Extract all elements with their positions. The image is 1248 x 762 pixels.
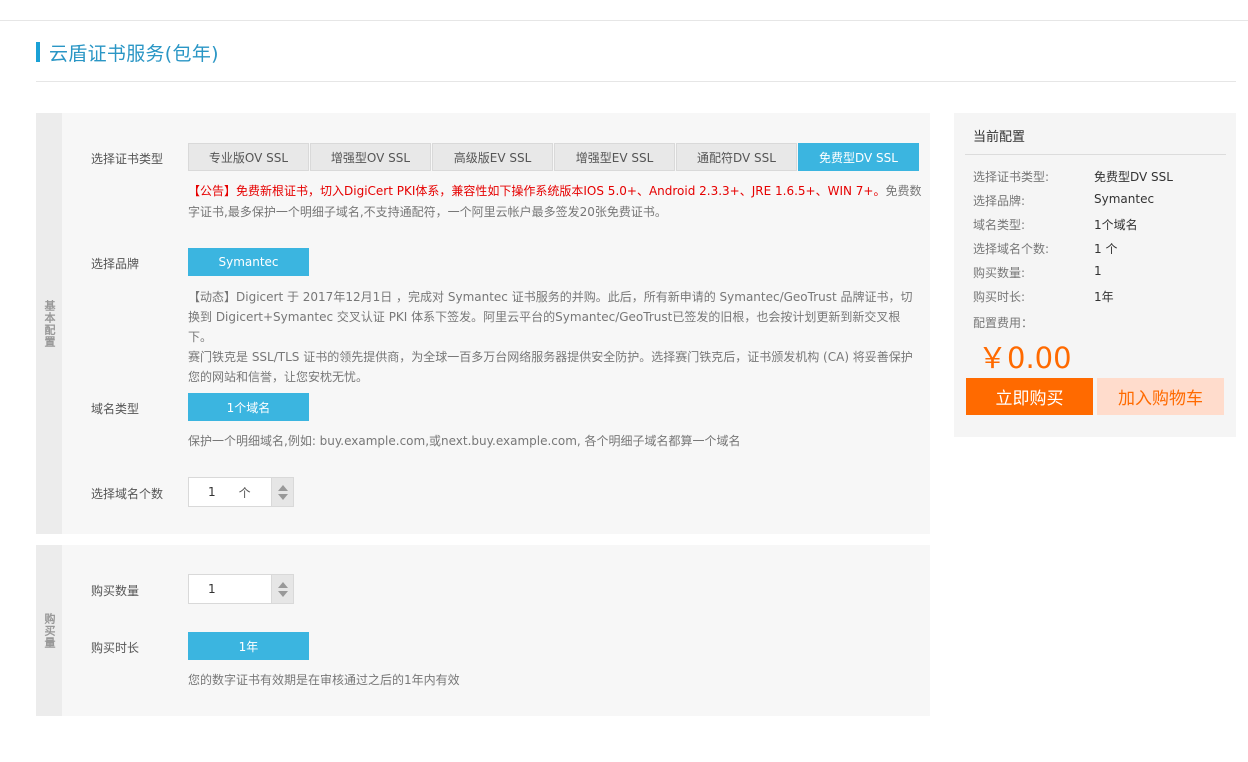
summary-price: ￥0.00 bbox=[978, 341, 1072, 375]
quantity-input[interactable]: 1 bbox=[188, 574, 272, 604]
domain-type-single-button[interactable]: 1个域名 bbox=[188, 393, 309, 421]
tab-cert-enhanced-ev[interactable]: 增强型EV SSL bbox=[554, 143, 675, 171]
domain-count-stepper: 1 个 bbox=[188, 477, 294, 507]
brand-desc-line-2: 赛门铁克是 SSL/TLS 证书的领先提供商，为全球一百多万台网络服务器提供安全… bbox=[188, 350, 913, 384]
cert-notice-red: 【公告】免费新根证书，切入DigiCert PKI体系，兼容性如下操作系统版本I… bbox=[188, 184, 886, 198]
cert-notice: 【公告】免费新根证书，切入DigiCert PKI体系，兼容性如下操作系统版本I… bbox=[188, 181, 923, 223]
page-title: 云盾证书服务(包年) bbox=[36, 40, 219, 65]
purchase-section: 购买量 购买数量 1 购买时长 1年 您的数字证书有效期是在审核通过之后的1年内… bbox=[36, 545, 930, 716]
basic-config-section: 基本配置 选择证书类型 专业版OV SSL 增强型OV SSL 高级版EV SS… bbox=[36, 113, 930, 534]
summary-value-quantity: 1 bbox=[1094, 264, 1102, 278]
domain-count-label: 选择域名个数 bbox=[91, 487, 164, 501]
arrow-down-icon[interactable] bbox=[277, 493, 288, 500]
arrow-down-icon[interactable] bbox=[277, 590, 288, 597]
domain-count-arrows bbox=[272, 477, 294, 507]
purchase-side-text: 购买量 bbox=[43, 612, 56, 649]
tab-cert-advanced-ev[interactable]: 高级版EV SSL bbox=[432, 143, 553, 171]
domain-count-input[interactable]: 1 个 bbox=[188, 477, 272, 507]
tab-cert-pro-ov[interactable]: 专业版OV SSL bbox=[188, 143, 309, 171]
title-divider bbox=[36, 81, 1236, 82]
quantity-label: 购买数量 bbox=[91, 584, 140, 598]
summary-value-duration: 1年 bbox=[1094, 290, 1114, 304]
domain-type-description: 保护一个明细域名,例如: buy.example.com,或next.buy.e… bbox=[188, 434, 741, 448]
summary-label-domain-type: 域名类型: bbox=[973, 218, 1026, 232]
page-title-text: 云盾证书服务(包年) bbox=[49, 42, 219, 65]
summary-label-quantity: 购买数量: bbox=[973, 266, 1026, 280]
basic-config-side-text: 基本配置 bbox=[43, 299, 56, 348]
add-to-cart-button[interactable]: 加入购物车 bbox=[1097, 378, 1224, 415]
quantity-stepper: 1 bbox=[188, 574, 294, 604]
panel-divider bbox=[965, 154, 1226, 155]
brand-desc-line-1: 【动态】Digicert 于 2017年12月1日 ，完成对 Symantec … bbox=[188, 290, 913, 344]
summary-value-domain-count: 1 个 bbox=[1094, 242, 1118, 256]
duration-description: 您的数字证书有效期是在审核通过之后的1年内有效 bbox=[188, 673, 460, 687]
current-config-panel: 当前配置 选择证书类型: 免费型DV SSL 选择品牌: Symantec 域名… bbox=[954, 113, 1236, 437]
quantity-value: 1 bbox=[208, 582, 216, 596]
summary-value-domain-type: 1个域名 bbox=[1094, 218, 1138, 232]
brand-symantec-button[interactable]: Symantec bbox=[188, 248, 309, 276]
tab-cert-free-dv[interactable]: 免费型DV SSL bbox=[798, 143, 919, 171]
brand-label: 选择品牌 bbox=[91, 257, 140, 271]
duration-label: 购买时长 bbox=[91, 641, 140, 655]
basic-config-side-label: 基本配置 bbox=[36, 113, 62, 534]
summary-value-cert-type: 免费型DV SSL bbox=[1094, 170, 1173, 184]
tab-cert-enhanced-ov[interactable]: 增强型OV SSL bbox=[310, 143, 431, 171]
tab-cert-wildcard-dv[interactable]: 通配符DV SSL bbox=[676, 143, 797, 171]
purchase-side-label: 购买量 bbox=[36, 545, 62, 716]
summary-value-brand: Symantec bbox=[1094, 192, 1155, 206]
top-divider bbox=[0, 20, 1248, 21]
summary-label-domain-count: 选择域名个数: bbox=[973, 242, 1050, 256]
summary-label-cert-type: 选择证书类型: bbox=[973, 170, 1050, 184]
summary-label-brand: 选择品牌: bbox=[973, 194, 1026, 208]
panel-title: 当前配置 bbox=[973, 130, 1026, 145]
title-accent-bar bbox=[36, 42, 40, 62]
arrow-up-icon[interactable] bbox=[277, 484, 288, 491]
summary-label-duration: 购买时长: bbox=[973, 290, 1026, 304]
arrow-up-icon[interactable] bbox=[277, 581, 288, 588]
summary-fee-label: 配置费用： bbox=[973, 316, 1034, 330]
duration-1year-button[interactable]: 1年 bbox=[188, 632, 309, 660]
domain-count-value: 1 bbox=[208, 485, 216, 499]
cert-type-label: 选择证书类型 bbox=[91, 152, 164, 166]
quantity-arrows bbox=[272, 574, 294, 604]
buy-now-button[interactable]: 立即购买 bbox=[966, 378, 1093, 415]
brand-description: 【动态】Digicert 于 2017年12月1日 ，完成对 Symantec … bbox=[188, 287, 923, 387]
cert-type-tabs: 专业版OV SSL 增强型OV SSL 高级版EV SSL 增强型EV SSL … bbox=[188, 143, 920, 171]
domain-count-unit: 个 bbox=[238, 485, 251, 500]
domain-type-label: 域名类型 bbox=[91, 402, 140, 416]
